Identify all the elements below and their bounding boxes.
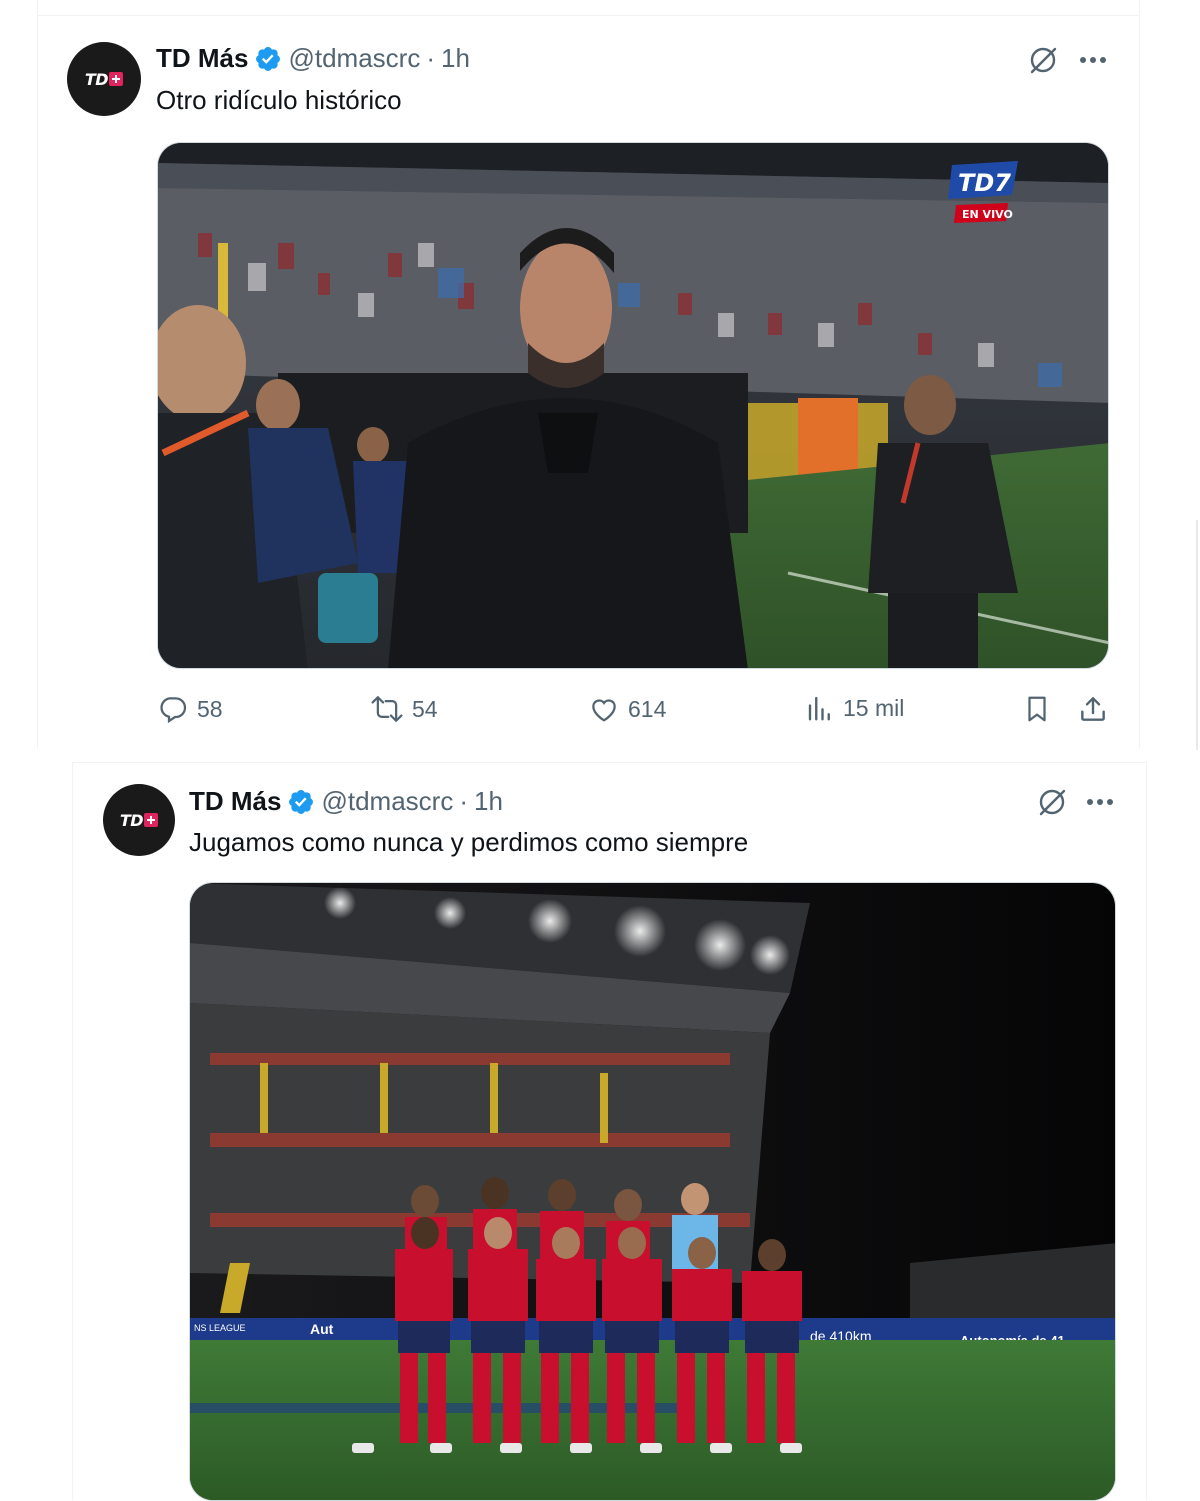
- tweet-text: Otro ridículo histórico: [156, 85, 402, 115]
- repost-count: 54: [412, 695, 438, 722]
- avatar[interactable]: TD: [67, 42, 141, 116]
- verified-badge-icon[interactable]: [254, 45, 282, 73]
- previous-tweet-divider: [38, 0, 1140, 16]
- td7-live-badge: TD7 EN VIVO: [948, 161, 1018, 223]
- reply-button[interactable]: 58: [157, 693, 223, 725]
- display-name[interactable]: TD Más: [156, 43, 248, 74]
- handle[interactable]: @tdmascrc: [288, 43, 420, 74]
- avatar-logo-text: TD: [84, 69, 109, 89]
- avatar-logo-text: TD: [119, 810, 144, 830]
- views-button[interactable]: 15 mil: [805, 693, 904, 723]
- share-button[interactable]: [1077, 693, 1109, 725]
- share-icon: [1081, 697, 1105, 721]
- tweet-2[interactable]: TD TD Más @tdmascrc · 1h Jugamos como nu…: [72, 762, 1147, 1501]
- timestamp[interactable]: 1h: [441, 43, 470, 74]
- view-count: 15 mil: [843, 694, 905, 721]
- reply-icon: [160, 697, 187, 724]
- live-label: EN VIVO: [962, 208, 1013, 221]
- views-icon: [808, 696, 830, 721]
- bookmark-button[interactable]: [1022, 693, 1052, 725]
- tweet-1[interactable]: TD TD Más @tdmascrc · 1h Otro ridículo h…: [38, 17, 1139, 748]
- repost-icon: [371, 696, 403, 722]
- td-mas-logo: TD: [84, 69, 124, 89]
- tweet-photo[interactable]: TD7 EN VIVO: [157, 142, 1109, 669]
- ad-board-sub-text: NS LEAGUE: [194, 1323, 246, 1333]
- grok-icon[interactable]: [1035, 785, 1069, 819]
- ad-board-left-text: Aut: [310, 1321, 334, 1337]
- like-button[interactable]: 614: [588, 693, 666, 725]
- timeline-border-right: [1139, 0, 1140, 748]
- td7-logo-text: TD7: [958, 169, 1011, 197]
- tweet-header: TD Más @tdmascrc · 1h: [189, 786, 503, 817]
- separator-dot: ·: [459, 786, 468, 816]
- more-options-icon[interactable]: [1076, 43, 1110, 77]
- repost-button[interactable]: 54: [370, 693, 438, 725]
- handle[interactable]: @tdmascrc: [321, 786, 453, 817]
- like-count: 614: [628, 695, 667, 722]
- tweet-photo[interactable]: Aut de 410km Autonomía de 41 NS LEAGUE: [189, 882, 1116, 1501]
- verified-badge-icon[interactable]: [287, 788, 315, 816]
- td-mas-logo: TD: [119, 810, 159, 830]
- tweet-text: Jugamos como nunca y perdimos como siemp…: [189, 827, 749, 857]
- team-photo: Aut de 410km Autonomía de 41 NS LEAGUE: [190, 883, 1115, 1500]
- heart-icon: [592, 699, 616, 722]
- reply-count: 58: [197, 695, 223, 722]
- display-name[interactable]: TD Más: [189, 786, 281, 817]
- grok-icon[interactable]: [1026, 43, 1060, 77]
- plus-icon: [144, 813, 159, 827]
- plus-icon: [109, 72, 124, 86]
- avatar[interactable]: TD: [103, 784, 175, 856]
- timestamp[interactable]: 1h: [474, 786, 503, 817]
- page-edge: [1196, 520, 1198, 750]
- tweet-actions: 58 54 614 15 mil: [38, 693, 1139, 733]
- separator-dot: ·: [426, 43, 435, 73]
- bookmark-icon: [1028, 696, 1046, 722]
- more-options-icon[interactable]: [1083, 785, 1117, 819]
- tweet-header: TD Más @tdmascrc · 1h: [156, 43, 470, 74]
- stadium-coach-photo: TD7 EN VIVO: [158, 143, 1108, 668]
